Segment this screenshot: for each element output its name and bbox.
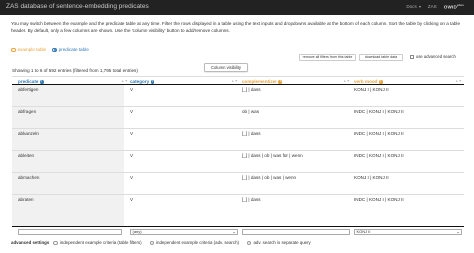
top-navbar: ZAS database of sentence-embedding predi… [0, 0, 474, 15]
advanced-search-label: use advanced search [416, 54, 456, 59]
example-table-label: example table [17, 47, 47, 52]
sort-icon: ▲▼ [121, 79, 128, 83]
cell-verb-mood: KONJ I | KONJ II [354, 175, 389, 180]
radio-independent-search[interactable] [149, 240, 155, 245]
table-row[interactable]: abfertigen V [_] | dass KONJ I | KONJ II [12, 85, 464, 107]
table-row[interactable]: abraten V [_] | dass INDC | KONJ I | KON… [12, 195, 464, 226]
radio-predicate[interactable] [52, 47, 57, 53]
owid-label: OWID [443, 4, 458, 10]
cell-predicate: abkanzeln [18, 131, 39, 136]
category-filter-value: (any) [132, 229, 142, 234]
table-row[interactable]: abfragen V ob | was INDC | KONJ I | KONJ… [12, 107, 464, 129]
cell-complementizer: [_] | dass | ob | was | wenn [242, 175, 297, 180]
cell-verb-mood: INDC | KONJ I | KONJ II [354, 197, 404, 202]
intro-text: You may switch between the example and t… [11, 21, 461, 33]
cell-category: V [130, 153, 134, 158]
cell-verb-mood: INDC | KONJ I | KONJ II [354, 109, 404, 114]
advanced-settings-title: advanced settings [11, 240, 50, 245]
zas-link[interactable]: ZAS [428, 4, 437, 10]
independent-criteria-filters-option[interactable]: independent example criteria (table filt… [53, 240, 142, 246]
remove-filters-button[interactable]: remove all filters from this table [299, 54, 356, 61]
table-info: Showing 1 to 6 of 592 entries (filtered … [12, 68, 138, 73]
app-title[interactable]: ZAS database of sentence-embedding predi… [6, 3, 149, 11]
chevron-down-icon [418, 6, 421, 9]
cell-predicate: abfertigen [18, 87, 39, 92]
cell-category: V [130, 131, 134, 136]
header-verb-mood[interactable]: verb mood i [354, 79, 383, 85]
independent-criteria-search-option[interactable]: independent example criteria (adv. searc… [149, 240, 239, 246]
verb-mood-filter-value: KONJ II [356, 229, 371, 234]
predicate-table-option[interactable]: predicate table [52, 47, 89, 53]
sort-icon: ▲▼ [455, 79, 462, 83]
cell-verb-mood: INDC | KONJ I | KONJ II [354, 131, 404, 136]
owid-sup: plus [457, 3, 464, 7]
complementizer-filter-input[interactable] [242, 228, 350, 235]
cell-complementizer: [_] | dass [242, 197, 261, 202]
cell-category: V [130, 87, 134, 92]
category-filter-select[interactable]: (any) [130, 228, 238, 235]
radio-example[interactable] [11, 47, 16, 53]
header-category[interactable]: category i [130, 79, 155, 85]
header-predicate[interactable]: predicate i [18, 79, 44, 85]
cell-category: V [130, 175, 134, 180]
table-header: predicate i ▲▼ category i ▲▼ complementize… [12, 76, 464, 85]
radio-independent-filters[interactable] [53, 240, 58, 245]
cell-verb-mood: KONJ I | KONJ II [354, 87, 389, 92]
separate-query-label: adv. search is separate query [253, 240, 311, 245]
navbar-menu: Docs ZAS OWIDplus [406, 3, 464, 10]
cell-predicate: abmachen [18, 175, 40, 180]
advanced-settings: advanced settings independent example cr… [11, 240, 317, 246]
predicate-filter-input[interactable] [18, 228, 122, 235]
owid-logo[interactable]: OWIDplus [443, 3, 464, 10]
cell-category: V [130, 197, 134, 202]
advanced-search-toggle[interactable]: use advanced search [410, 54, 456, 59]
table-row[interactable]: abkanzeln V [_] | dass INDC | KONJ I | K… [12, 129, 464, 151]
cell-complementizer: [_] | dass | ob | was für | wenn [242, 153, 303, 158]
info-icon: i [378, 79, 383, 84]
independent-search-label: independent example criteria (adv. searc… [156, 240, 239, 245]
cell-predicate: abraten [18, 197, 34, 202]
download-button[interactable]: download table data [359, 54, 403, 61]
info-icon: i [150, 79, 155, 84]
independent-filters-label: independent example criteria (table filt… [59, 240, 142, 245]
table-row[interactable]: ableiten V [_] | dass | ob | was für | w… [12, 151, 464, 173]
cell-predicate: ableiten [18, 153, 35, 158]
header-predicate-label: predicate [18, 79, 39, 84]
verb-mood-filter-select[interactable]: KONJ II [354, 228, 462, 235]
cell-complementizer: [_] | dass [242, 131, 261, 136]
sort-icon: ▲▼ [231, 79, 238, 83]
table-row[interactable]: abmachen V [_] | dass | ob | was | wenn … [12, 173, 464, 195]
column-filters: (any) KONJ II [12, 226, 464, 235]
example-table-option[interactable]: example table [11, 47, 46, 53]
header-complementizer[interactable]: complementizer i [242, 79, 283, 85]
cell-complementizer: [_] | dass [242, 87, 261, 92]
column-visibility-button[interactable]: Column visibility [204, 63, 248, 72]
table-switch: example table predicate table [11, 47, 89, 53]
cell-predicate: abfragen [18, 109, 37, 114]
docs-label: Docs [406, 4, 417, 10]
predicate-table-label: predicate table [58, 47, 89, 52]
info-icon: i [39, 79, 44, 84]
info-icon: i [278, 79, 283, 84]
header-complementizer-label: complementizer [242, 79, 277, 84]
docs-menu[interactable]: Docs [406, 4, 421, 10]
header-verb-mood-label: verb mood [354, 79, 378, 84]
radio-separate-query[interactable] [246, 240, 252, 245]
advanced-search-checkbox[interactable] [410, 54, 414, 59]
cell-category: V [130, 109, 134, 114]
cell-complementizer: ob | was [242, 109, 260, 114]
sort-icon: ▲▼ [343, 79, 350, 83]
separate-query-option[interactable]: adv. search is separate query [246, 240, 311, 246]
header-category-label: category [130, 79, 150, 84]
cell-verb-mood: INDC | KONJ I | KONJ II [354, 153, 404, 158]
